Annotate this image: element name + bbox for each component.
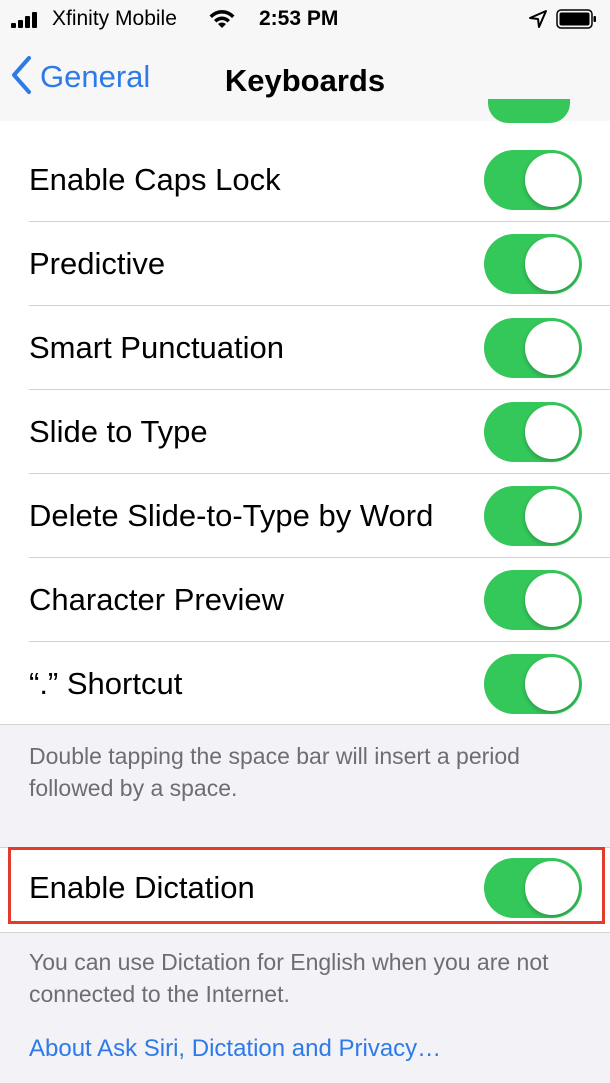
settings-row-character-preview: Character Preview (0, 558, 610, 642)
keyboard-settings-group: Enable Caps Lock Predictive Smart Punctu… (0, 99, 610, 726)
toggle-knob (525, 573, 579, 627)
privacy-link[interactable]: About Ask Siri, Dictation and Privacy… (29, 1035, 441, 1063)
chevron-left-icon (10, 55, 32, 100)
dictation-footer-text: You can use Dictation for English when y… (29, 949, 549, 1007)
row-label: “.” Shortcut (29, 666, 183, 701)
toggle-knob (525, 153, 579, 207)
period-shortcut-toggle[interactable] (484, 654, 582, 714)
enable-dictation-toggle[interactable] (484, 858, 582, 918)
toggle-knob (525, 657, 579, 711)
settings-row-predictive: Predictive (0, 222, 610, 306)
toggle-knob (525, 237, 579, 291)
battery-icon (556, 9, 596, 29)
status-bar: Xfinity Mobile 2:53 PM (0, 0, 610, 38)
toggle-knob (525, 405, 579, 459)
settings-row-delete-slide-to-type: Delete Slide-to-Type by Word (0, 474, 610, 558)
settings-row-enable-caps-lock: Enable Caps Lock (0, 138, 610, 222)
back-label: General (40, 59, 151, 94)
row-label: Enable Caps Lock (29, 162, 281, 197)
delete-slide-to-type-toggle[interactable] (484, 486, 582, 546)
cellular-signal-icon (11, 12, 43, 28)
wifi-icon (207, 8, 237, 36)
smart-punctuation-toggle[interactable] (484, 318, 582, 378)
toggle-knob (525, 321, 579, 375)
enable-caps-lock-toggle[interactable] (484, 150, 582, 210)
carrier-name: Xfinity Mobile (52, 7, 177, 30)
toggle-knob (525, 489, 579, 543)
settings-row-period-shortcut: “.” Shortcut (0, 642, 610, 726)
row-label: Predictive (29, 246, 166, 281)
row-label: Smart Punctuation (29, 330, 285, 365)
settings-row-enable-dictation: Enable Dictation (0, 847, 610, 933)
character-preview-toggle[interactable] (484, 570, 582, 630)
settings-row-smart-punctuation: Smart Punctuation (0, 306, 610, 390)
row-label: Character Preview (29, 582, 284, 617)
toggle-knob (525, 861, 579, 915)
settings-row-slide-to-type: Slide to Type (0, 390, 610, 474)
partially-visible-toggle[interactable] (488, 99, 570, 123)
slide-to-type-toggle[interactable] (484, 402, 582, 462)
status-time: 2:53 PM (259, 7, 339, 30)
predictive-toggle[interactable] (484, 234, 582, 294)
row-label: Delete Slide-to-Type by Word (29, 498, 434, 533)
location-arrow-icon (528, 9, 548, 35)
row-label: Enable Dictation (29, 870, 255, 905)
shortcut-footer-text: Double tapping the space bar will insert… (29, 743, 520, 801)
row-label: Slide to Type (29, 414, 208, 449)
back-button[interactable]: General (10, 52, 150, 102)
